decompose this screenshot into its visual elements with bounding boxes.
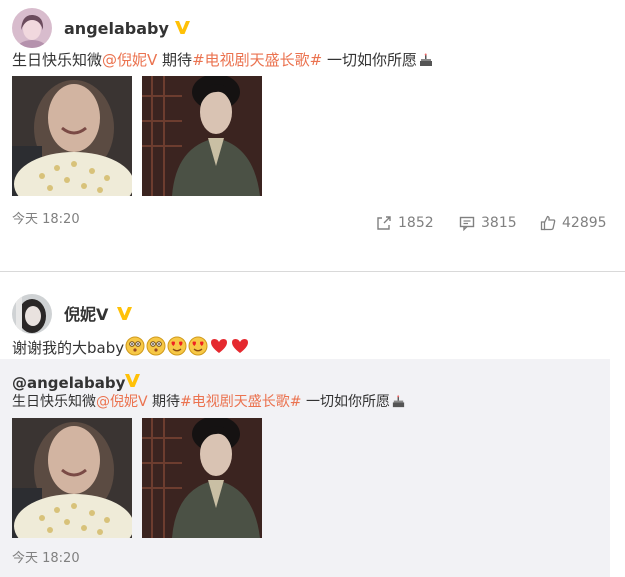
post-text-part: 一切如你所愿 [301,394,390,410]
post-divider [0,271,625,272]
share-count: 1852 [398,215,434,231]
verified-badge-icon [174,20,191,35]
post-text-part: 期待 [157,51,193,69]
comment-count: 3815 [481,215,517,231]
mention-link[interactable]: @倪妮V [102,51,157,69]
hashtag-link[interactable]: #电视剧天盛长歌# [192,51,322,69]
quoted-author-name[interactable]: @angelababy [12,373,125,393]
quoted-photo[interactable] [12,418,132,538]
share-icon [377,216,391,230]
share-button[interactable]: 1852 [376,214,434,232]
verified-badge-icon [124,373,141,388]
shy-face-icon [125,336,145,361]
post-author-name[interactable]: 倪妮V [64,305,108,325]
heart-eyes-icon [167,336,187,361]
shy-face-icon [146,336,166,361]
thumbs-up-icon [540,215,556,231]
post-photo[interactable] [12,76,132,196]
like-button[interactable]: 42895 [540,214,607,232]
quoted-post-text: 生日快乐知微@倪妮V 期待#电视剧天盛长歌# 一切如你所愿 [12,393,406,414]
like-count: 42895 [562,215,607,231]
comment-button[interactable]: 3815 [459,214,517,232]
quoted-photo[interactable] [142,418,262,538]
verified-badge-icon [116,306,133,321]
post-text-part: 生日快乐知微 [12,51,103,69]
heart-icon [209,336,229,361]
post-text-part: 一切如你所愿 [322,51,417,69]
post-text-part: 谢谢我的大baby [12,339,125,357]
hashtag-link[interactable]: #电视剧天盛长歌# [180,394,301,410]
post-text: 生日快乐知微@倪妮V 期待#电视剧天盛长歌# 一切如你所愿 [12,50,434,73]
post-author-name[interactable]: angelababy [64,19,169,39]
post-text: 谢谢我的大baby [12,336,250,361]
post-timestamp[interactable]: 今天 18:20 [12,211,80,229]
avatar[interactable] [12,8,52,48]
avatar[interactable] [12,294,52,334]
quoted-timestamp[interactable]: 今天 18:20 [12,550,80,568]
post-text-part: 生日快乐知微 [12,394,96,410]
birthday-cake-icon [418,52,434,73]
post-text-part: 期待 [147,394,181,410]
comment-icon [459,216,475,231]
heart-eyes-icon [188,336,208,361]
birthday-cake-icon [391,394,406,414]
post-photo[interactable] [142,76,262,196]
mention-link[interactable]: @倪妮V [96,394,148,410]
heart-icon [230,336,250,361]
